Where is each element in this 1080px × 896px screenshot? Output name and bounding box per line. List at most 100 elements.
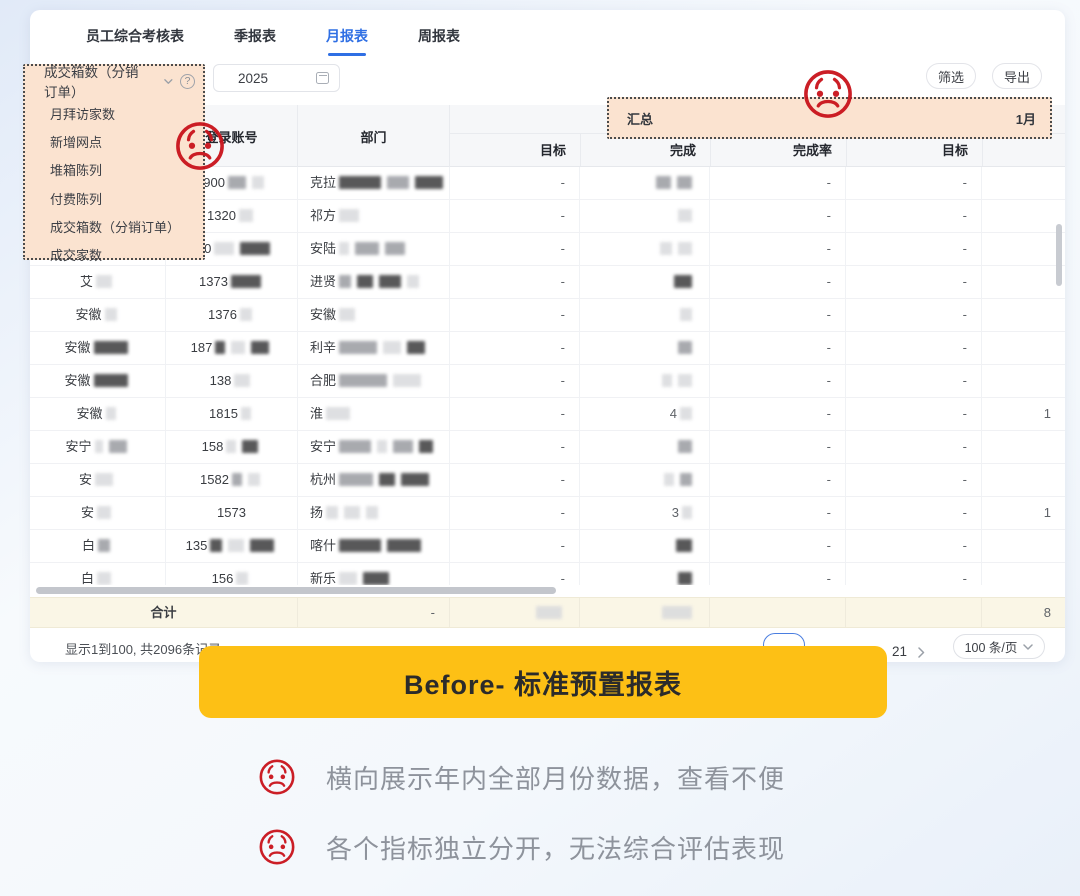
page-size-value: 100 条/页 xyxy=(965,637,1018,656)
record-count: 显示1到100, 共2096条记录 xyxy=(65,638,221,662)
cell-rate: - xyxy=(710,530,846,562)
header-dept: 部门 xyxy=(298,105,450,167)
cell-month-target: - xyxy=(846,332,982,364)
redacted-value xyxy=(680,407,692,420)
cell-done xyxy=(580,200,710,232)
year-picker[interactable]: 2025 xyxy=(213,64,340,92)
cell-target: - xyxy=(450,200,580,232)
cell-month-done: 1 xyxy=(982,497,1065,529)
cell-rate: - xyxy=(710,497,846,529)
cell-month-target: - xyxy=(846,233,982,265)
redacted-value xyxy=(680,473,692,486)
cell-target: - xyxy=(450,167,580,199)
redacted-value xyxy=(339,572,357,585)
redacted-value xyxy=(682,506,692,519)
cell-month-target: - xyxy=(846,365,982,397)
cell-target: - xyxy=(450,332,580,364)
redacted-value xyxy=(407,341,425,354)
cell-target: - xyxy=(450,266,580,298)
redacted-value xyxy=(232,473,242,486)
cell-rate: - xyxy=(710,233,846,265)
cell-account: 158 xyxy=(166,431,298,463)
cell-month-target: - xyxy=(846,530,982,562)
cell-rate: - xyxy=(710,200,846,232)
metric-option[interactable]: 成交家数 xyxy=(25,242,203,270)
redacted-value xyxy=(387,176,409,189)
page: 员工综合考核表 季报表 月报表 周报表 2025 筛选 导出 登录账号 部门 目… xyxy=(0,0,1080,896)
filter-button[interactable]: 筛选 xyxy=(926,63,976,89)
next-page-icon[interactable] xyxy=(918,647,925,658)
sad-face-icon xyxy=(258,758,296,796)
horizontal-scrollbar[interactable] xyxy=(36,587,556,594)
cell-account: 1815 xyxy=(166,398,298,430)
redacted-value xyxy=(339,539,381,552)
vertical-scrollbar[interactable] xyxy=(1056,224,1062,286)
cell-done xyxy=(580,563,710,585)
tab-employee-assessment[interactable]: 员工综合考核表 xyxy=(86,26,184,56)
cell-rate: - xyxy=(710,563,846,585)
tab-monthly-report[interactable]: 月报表 xyxy=(326,26,368,56)
export-button[interactable]: 导出 xyxy=(992,63,1042,89)
table-row: 安徽 138 合肥 - - - xyxy=(30,365,1065,398)
cell-month-done xyxy=(982,332,1065,364)
redacted-value xyxy=(234,374,250,387)
cell-name: 安徽 xyxy=(30,365,166,397)
metric-option[interactable]: 成交箱数（分销订单） xyxy=(25,214,203,242)
cell-target: - xyxy=(450,233,580,265)
redacted-value xyxy=(415,176,443,189)
cell-month-target: - xyxy=(846,563,982,585)
redacted-value xyxy=(664,473,674,486)
redacted-value xyxy=(231,341,245,354)
metric-option[interactable]: 付费陈列 xyxy=(25,186,203,214)
redacted-value xyxy=(677,176,692,189)
redacted-value xyxy=(363,572,389,585)
redacted-value xyxy=(231,275,261,288)
cell-rate: - xyxy=(710,431,846,463)
cell-dept: 扬 xyxy=(298,497,450,529)
redacted-value xyxy=(242,440,258,453)
cell-rate: - xyxy=(710,299,846,331)
cell-dept: 新乐 xyxy=(298,563,450,585)
redacted-value xyxy=(393,440,413,453)
total-month-target xyxy=(846,598,982,627)
cell-name: 安 xyxy=(30,497,166,529)
redacted-value xyxy=(96,275,112,288)
total-target xyxy=(450,598,580,627)
metric-select[interactable]: 成交箱数（分销订单） ? xyxy=(25,66,203,96)
pagination-last-page[interactable]: 21 xyxy=(892,640,907,664)
table-row: 安徽 187 利辛 - - - xyxy=(30,332,1065,365)
redacted-value xyxy=(385,242,405,255)
redacted-value xyxy=(656,176,671,189)
cell-rate: - xyxy=(710,464,846,496)
page-size-select[interactable]: 100 条/页 xyxy=(953,634,1045,659)
redacted-value xyxy=(248,473,260,486)
redacted-value xyxy=(680,308,692,321)
annotation-note: 各个指标独立分开，无法综合评估表现 xyxy=(258,827,785,867)
help-icon[interactable]: ? xyxy=(180,74,195,89)
year-value: 2025 xyxy=(238,71,268,86)
redacted-value xyxy=(240,242,270,255)
summary-group-label: 汇总 xyxy=(609,109,653,128)
month-group-label: 1月 xyxy=(1016,109,1050,128)
cell-dept: 利辛 xyxy=(298,332,450,364)
redacted-value xyxy=(94,341,128,354)
cell-name: 安宁 xyxy=(30,431,166,463)
cell-name: 安徽 xyxy=(30,299,166,331)
redacted-value xyxy=(674,275,692,288)
cell-done xyxy=(580,530,710,562)
redacted-value xyxy=(326,506,338,519)
cell-name: 艾 xyxy=(30,266,166,298)
cell-month-target: - xyxy=(846,497,982,529)
cell-name: 白 xyxy=(30,563,166,585)
redacted-value xyxy=(662,374,672,387)
tab-weekly-report[interactable]: 周报表 xyxy=(418,26,460,56)
tab-quarterly-report[interactable]: 季报表 xyxy=(234,26,276,56)
chevron-down-icon xyxy=(164,78,173,85)
cell-done xyxy=(580,299,710,331)
cell-done xyxy=(580,266,710,298)
redacted-value xyxy=(339,473,373,486)
redacted-value xyxy=(241,407,251,420)
table-row: 安 1582 杭州 - - - xyxy=(30,464,1065,497)
cell-account: 187 xyxy=(166,332,298,364)
cell-month-target: - xyxy=(846,464,982,496)
